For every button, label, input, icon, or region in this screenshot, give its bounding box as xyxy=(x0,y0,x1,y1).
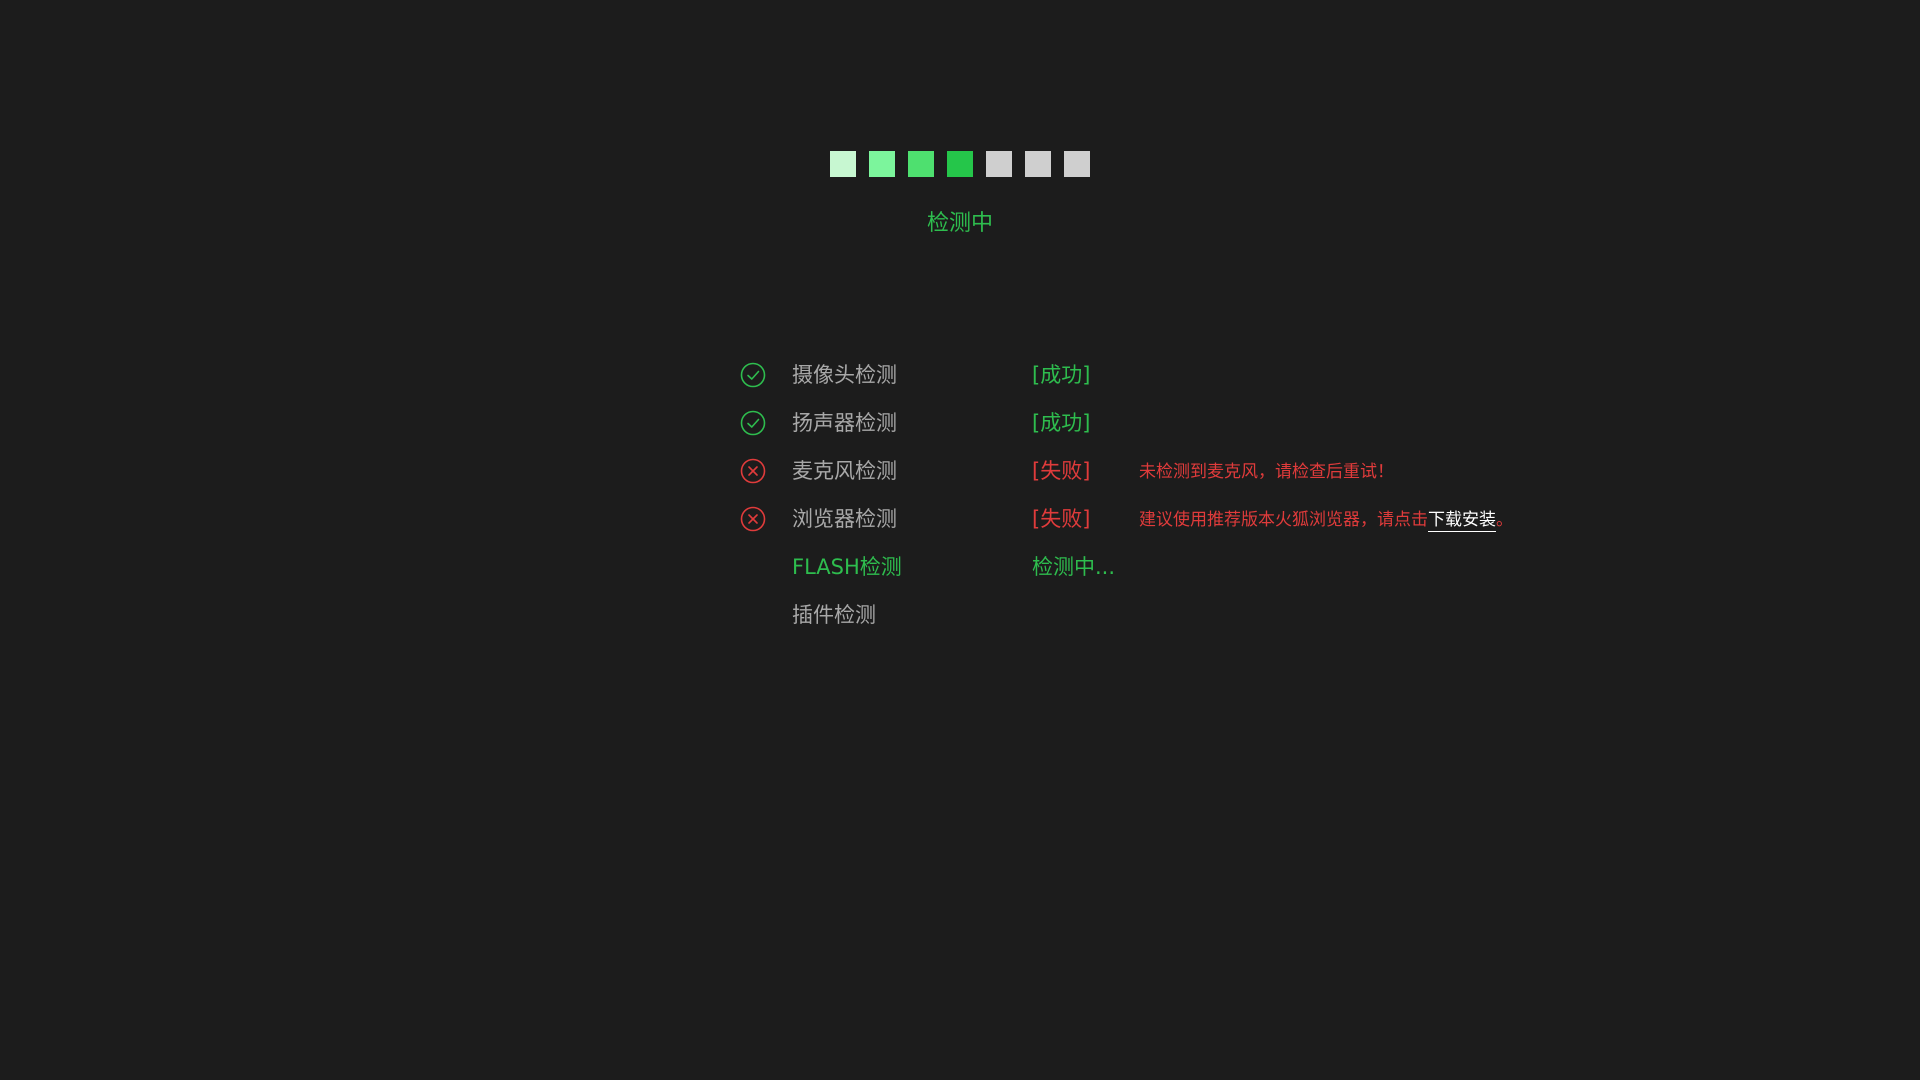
check-result: [失败] xyxy=(1032,459,1091,483)
detection-page: 检测中 摄像头检测 [成功] 扬声器检测 [成功] 麦克风检测 [失败] 未检测到麦克风，请… xyxy=(0,0,1920,1080)
progress-square-pending xyxy=(1025,151,1051,177)
check-circle-icon xyxy=(740,410,766,436)
x-circle-icon xyxy=(740,458,766,484)
check-circle-icon xyxy=(740,362,766,388)
check-label: 插件检测 xyxy=(792,603,876,627)
progress-square-done xyxy=(869,151,895,177)
progress-square-done xyxy=(947,151,973,177)
check-row: FLASH检测 检测中... xyxy=(740,549,1640,597)
check-row: 扬声器检测 [成功] xyxy=(740,405,1640,453)
check-row: 摄像头检测 [成功] xyxy=(740,357,1640,405)
progress-square-done xyxy=(908,151,934,177)
progress-square-pending xyxy=(986,151,1012,177)
download-install-link[interactable]: 下载安装 xyxy=(1428,510,1496,532)
check-message-text: 未检测到麦克风，请检查后重试！ xyxy=(1139,462,1394,482)
check-result: [失败] xyxy=(1032,507,1091,531)
check-row: 浏览器检测 [失败] 建议使用推荐版本火狐浏览器，请点击下载安装。 xyxy=(740,501,1640,549)
check-label: 摄像头检测 xyxy=(792,363,897,387)
progress-square-pending xyxy=(1064,151,1090,177)
check-label: FLASH检测 xyxy=(792,555,902,579)
check-result: [成功] xyxy=(1032,411,1091,435)
x-circle-icon xyxy=(740,506,766,532)
check-row: 麦克风检测 [失败] 未检测到麦克风，请检查后重试！ xyxy=(740,453,1640,501)
check-result: [成功] xyxy=(1032,363,1091,387)
check-message: 未检测到麦克风，请检查后重试！ xyxy=(1139,455,1394,489)
check-message: 建议使用推荐版本火狐浏览器，请点击下载安装。 xyxy=(1139,503,1513,537)
status-title: 检测中 xyxy=(926,211,993,236)
check-message-suffix: 。 xyxy=(1496,510,1513,530)
check-message-text: 建议使用推荐版本火狐浏览器，请点击 xyxy=(1139,510,1428,530)
checks-list: 摄像头检测 [成功] 扬声器检测 [成功] 麦克风检测 [失败] 未检测到麦克风，请检查后重… xyxy=(740,357,1640,645)
progress-indicator xyxy=(830,151,1090,177)
check-label: 浏览器检测 xyxy=(792,507,897,531)
check-result: 检测中... xyxy=(1032,555,1116,579)
progress-square-done xyxy=(830,151,856,177)
check-row: 插件检测 xyxy=(740,597,1640,645)
check-label: 麦克风检测 xyxy=(792,459,897,483)
check-label: 扬声器检测 xyxy=(792,411,897,435)
